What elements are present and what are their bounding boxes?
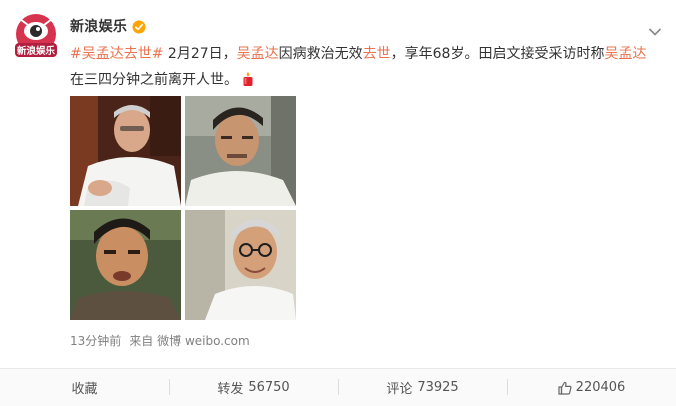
post-header: 新浪娱乐 [70, 17, 146, 35]
photo-thumbnail[interactable] [185, 96, 296, 206]
avatar-label: 新浪娱乐 [17, 45, 56, 57]
repost-button[interactable]: 转发 56750 [169, 369, 338, 406]
text-segment: 因病救治无效 [278, 46, 363, 62]
comment-button[interactable]: 评论 73925 [338, 369, 507, 406]
candle-emoji-icon [241, 70, 255, 86]
avatar[interactable]: 新浪娱乐 [14, 13, 58, 59]
like-count: 220406 [575, 380, 626, 395]
text-segment: ，享年68岁。田启文接受采访时称 [390, 46, 605, 62]
verified-badge-icon [132, 19, 146, 34]
photo-thumbnail[interactable] [70, 96, 181, 206]
photo-thumbnail[interactable] [70, 210, 181, 320]
text-segment: 在三四分钟之前离开人世。 [70, 72, 238, 88]
chevron-down-icon[interactable] [648, 22, 662, 36]
post-time[interactable]: 13分钟前 [70, 332, 121, 349]
text-segment: 2月27日， [163, 46, 237, 62]
weibo-post-card: 新浪娱乐 新浪娱乐 #吴孟达去世# 2月27日，吴孟达因病救治无效去世，享年68… [0, 0, 676, 406]
collect-label: 收藏 [71, 382, 98, 397]
name-link[interactable]: 吴孟达 [237, 46, 279, 62]
keyword-link[interactable]: 去世 [363, 46, 391, 62]
thumbs-up-icon [558, 381, 572, 395]
hashtag-link[interactable]: #吴孟达去世# [70, 46, 163, 62]
post-meta: 13分钟前 来自 微博 weibo.com [70, 332, 250, 349]
comment-label: 评论 [386, 382, 413, 397]
action-bar: 收藏 转发 56750 评论 73925 220406 [0, 369, 676, 406]
repost-count: 56750 [248, 380, 290, 395]
repost-label: 转发 [217, 382, 244, 397]
username[interactable]: 新浪娱乐 [70, 16, 127, 36]
source-link[interactable]: 微博 weibo.com [157, 334, 250, 348]
collect-button[interactable]: 收藏 [0, 369, 169, 406]
comment-count: 73925 [417, 380, 459, 395]
photo-grid [70, 96, 298, 322]
photo-thumbnail[interactable] [185, 210, 296, 320]
post-text: #吴孟达去世# 2月27日，吴孟达因病救治无效去世，享年68岁。田启文接受采访时… [70, 41, 655, 93]
name-link[interactable]: 吴孟达 [604, 46, 646, 62]
like-button[interactable]: 220406 [507, 369, 676, 406]
source-prefix: 来自 [129, 334, 154, 348]
